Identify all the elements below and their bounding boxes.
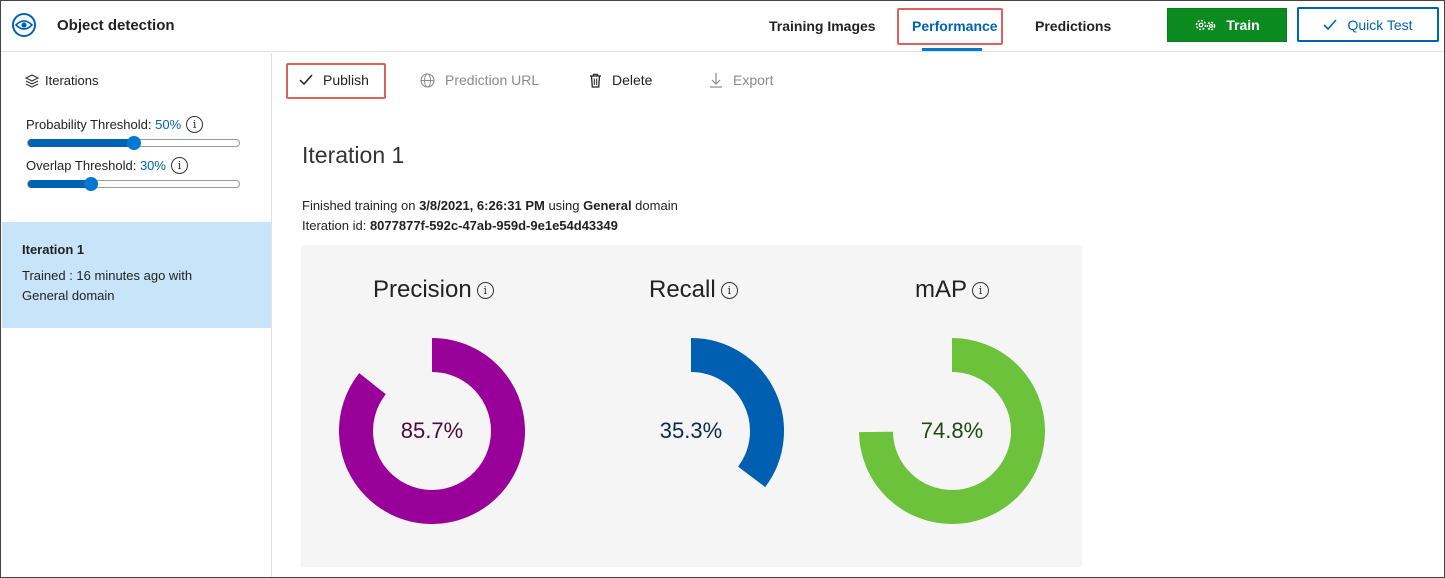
- checkmark-icon: [1323, 18, 1338, 30]
- finished-mid: using: [544, 198, 584, 213]
- probability-threshold-slider[interactable]: [27, 136, 240, 150]
- precision-title: Precision i: [373, 276, 494, 304]
- delete-label: Delete: [612, 72, 653, 88]
- quick-test-button[interactable]: Quick Test: [1297, 7, 1439, 42]
- map-value: 74.8%: [920, 418, 984, 443]
- prediction-url-label: Prediction URL: [445, 72, 540, 88]
- info-icon[interactable]: i: [186, 116, 204, 133]
- app-title: Object detection: [57, 17, 175, 34]
- quick-test-label: Quick Test: [1347, 16, 1413, 33]
- probability-threshold-label: Probability Threshold: 50% i: [26, 116, 204, 133]
- train-label: Train: [1226, 17, 1260, 33]
- gears-icon: [1196, 19, 1216, 31]
- iterations-sidebar: Iterations Probability Threshold: 50% i …: [1, 53, 272, 577]
- iteration-id-label: Iteration id:: [302, 218, 370, 233]
- overlap-threshold-slider[interactable]: [27, 177, 240, 191]
- tab-predictions[interactable]: Predictions: [1035, 18, 1111, 34]
- globe-icon: [420, 72, 435, 88]
- map-donut: 74.8%: [859, 338, 1045, 524]
- iteration-id-text: Iteration id: 8077877f-592c-47ab-959d-9e…: [302, 218, 618, 233]
- probability-threshold-value: 50%: [155, 117, 182, 132]
- delete-button[interactable]: Delete: [589, 72, 652, 88]
- info-icon[interactable]: i: [476, 281, 494, 299]
- overlap-threshold-text: Overlap Threshold:: [26, 158, 137, 173]
- publish-button[interactable]: Publish: [299, 72, 369, 88]
- trash-icon: [590, 73, 601, 88]
- recall-donut: 35.3%: [598, 338, 784, 524]
- export-label: Export: [733, 72, 774, 88]
- finished-domain: General: [583, 198, 632, 213]
- slider-thumb[interactable]: [84, 177, 99, 191]
- app-window: Object detection Training Images Perform…: [0, 0, 1445, 578]
- prediction-url-button[interactable]: Prediction URL: [420, 72, 539, 88]
- download-icon: [710, 73, 722, 88]
- precision-value: 85.7%: [400, 418, 464, 443]
- overlap-threshold-value: 30%: [139, 158, 166, 173]
- eye-icon: [12, 13, 36, 37]
- layers-icon: [25, 73, 39, 88]
- map-title: mAP i: [915, 276, 990, 304]
- slider-fill: [28, 139, 134, 147]
- finished-suffix: domain: [631, 198, 678, 213]
- info-icon[interactable]: i: [972, 281, 990, 299]
- top-bar: Object detection Training Images Perform…: [1, 1, 1444, 52]
- metrics-panel: Precision i 85.7% Recall i 35.3% mAP i 7…: [301, 245, 1082, 567]
- finished-date: 3/8/2021, 6:26:31 PM: [419, 198, 545, 213]
- map-label: mAP: [915, 276, 968, 303]
- tab-performance[interactable]: Performance: [912, 18, 998, 34]
- train-button[interactable]: Train: [1167, 8, 1287, 42]
- precision-label: Precision: [373, 276, 472, 303]
- tab-training-images[interactable]: Training Images: [769, 18, 876, 34]
- publish-label: Publish: [323, 72, 369, 88]
- precision-donut: 85.7%: [339, 338, 525, 524]
- page-title: Iteration 1: [302, 142, 405, 168]
- finished-prefix: Finished training on: [302, 198, 420, 213]
- slider-fill: [28, 180, 92, 188]
- overlap-threshold-label: Overlap Threshold: 30% i: [26, 157, 188, 174]
- iteration-card-description: Trained : 16 minutes ago with General do…: [22, 268, 193, 303]
- iteration-id-value: 8077877f-592c-47ab-959d-9e1e54d43349: [369, 218, 618, 233]
- recall-title: Recall i: [649, 276, 738, 304]
- iteration-card-title: Iteration 1: [22, 242, 85, 257]
- export-button[interactable]: Export: [709, 72, 773, 88]
- info-icon[interactable]: i: [720, 281, 738, 299]
- recall-value: 35.3%: [659, 418, 723, 443]
- active-tab-indicator: [922, 48, 982, 51]
- iterations-header: Iterations: [25, 73, 98, 88]
- probability-threshold-text: Probability Threshold:: [26, 117, 152, 132]
- info-icon[interactable]: i: [170, 157, 188, 174]
- slider-thumb[interactable]: [126, 136, 141, 150]
- recall-label: Recall: [649, 276, 716, 303]
- training-finished-text: Finished training on 3/8/2021, 6:26:31 P…: [302, 198, 678, 213]
- checkmark-icon: [299, 74, 313, 86]
- iterations-heading: Iterations: [45, 73, 99, 88]
- iteration-card[interactable]: Iteration 1 Trained : 16 minutes ago wit…: [2, 222, 271, 328]
